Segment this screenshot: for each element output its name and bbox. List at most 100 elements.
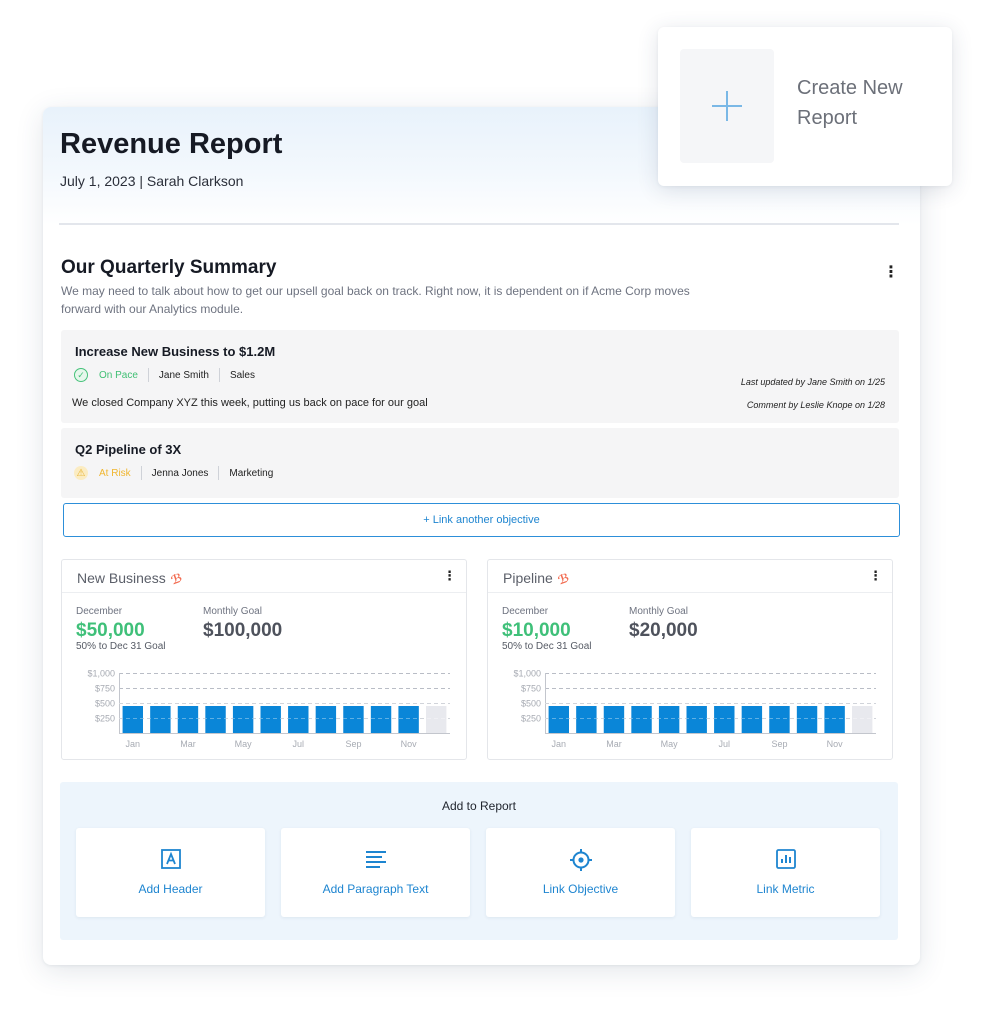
objective-owner: Jane Smith: [158, 369, 209, 381]
tile-label: Link Objective: [542, 882, 619, 896]
current-period-label: December: [502, 606, 549, 617]
x-tick-label: May: [661, 739, 679, 749]
current-value: $10,000: [502, 620, 571, 641]
chart-bar-nov: [824, 706, 845, 733]
divider: [218, 368, 220, 382]
divider: [147, 368, 149, 382]
header-divider: [59, 223, 899, 225]
chart-bar-may: [658, 706, 680, 733]
chart-bar-jun: [686, 706, 707, 733]
metric-header: Pipeline ℬ ⋮: [488, 560, 892, 593]
progress-text: 50% to Dec 31 Goal: [76, 641, 166, 652]
report-meta: July 1, 2023 | Sarah Clarkson: [60, 173, 244, 189]
add-header-button[interactable]: Add Header: [76, 828, 265, 917]
chart-bar-jul: [288, 706, 309, 733]
y-tick-label: $1,000: [513, 669, 541, 679]
tile-label: Add Paragraph Text: [322, 882, 429, 896]
chart-bar-may: [232, 706, 254, 733]
chart-bar-sep: [769, 706, 790, 733]
summary-title: Our Quarterly Summary: [61, 257, 277, 278]
chart-bar-dec: [426, 706, 447, 733]
chart-bar-aug: [741, 706, 763, 733]
objective-title: Q2 Pipeline of 3X: [75, 442, 182, 457]
divider: [218, 466, 220, 480]
chart-bar-aug: [315, 706, 337, 733]
chart-bar-jul: [714, 706, 735, 733]
x-tick-label: Sep: [345, 739, 361, 749]
paragraph-lines-icon: [281, 848, 470, 870]
objective-meta-row: ⚠ At Risk Jenna Jones Marketing: [74, 466, 273, 480]
x-tick-label: Jul: [293, 739, 305, 749]
chart-bar-mar: [603, 706, 625, 733]
metric-menu-icon[interactable]: ⋮: [869, 568, 882, 584]
current-value: $50,000: [76, 620, 145, 641]
y-tick-label: $750: [521, 684, 541, 694]
target-icon: [486, 848, 675, 871]
add-paragraph-button[interactable]: Add Paragraph Text: [281, 828, 470, 917]
chart-bar-dec: [852, 706, 873, 733]
pipeline-chart: $1,000 $750 $500 $250 Jan Mar May Jul Sep Nov: [513, 669, 876, 749]
tile-label: Link Metric: [756, 882, 815, 896]
current-period-label: December: [76, 606, 123, 617]
x-tick-label: Sep: [771, 739, 787, 749]
add-to-report-panel: Add to Report Add Header Add Paragraph T…: [60, 782, 898, 940]
x-tick-label: May: [235, 739, 253, 749]
x-tick-label: Jan: [126, 739, 141, 749]
plus-icon: [712, 91, 742, 121]
goal-label: Monthly Goal: [629, 606, 688, 617]
divider: [140, 466, 142, 480]
metric-card-pipeline: Pipeline ℬ ⋮ December Monthly Goal $10,00…: [487, 559, 893, 760]
objective-team: Sales: [229, 369, 255, 381]
chart-bar-feb: [150, 706, 171, 733]
metric-header: New Business ℬ ⋮: [62, 560, 466, 593]
goal-value: $100,000: [203, 620, 283, 641]
link-objective-tile-button[interactable]: Link Objective: [486, 828, 675, 917]
y-tick-label: $750: [95, 684, 115, 694]
status-badge: At Risk: [99, 467, 131, 479]
chart-bar-jan: [548, 706, 569, 733]
objective-item[interactable]: Q2 Pipeline of 3X ⚠ At Risk Jenna Jones …: [61, 428, 899, 498]
last-updated-text: Last updated by Jane Smith on 1/25: [740, 377, 885, 387]
chart-bar-jun: [260, 706, 281, 733]
chart-bar-apr: [631, 706, 652, 733]
chart-bar-sep: [343, 706, 364, 733]
chart-bar-apr: [205, 706, 226, 733]
metric-menu-icon[interactable]: ⋮: [443, 568, 456, 584]
y-tick-label: $250: [521, 714, 541, 724]
bar-chart-icon: [691, 848, 880, 870]
x-tick-label: Mar: [606, 739, 622, 749]
x-tick-label: Mar: [180, 739, 196, 749]
x-tick-label: Jul: [719, 739, 731, 749]
objective-comment: We closed Company XYZ this week, putting…: [72, 397, 428, 409]
chart-bar-mar: [177, 706, 199, 733]
x-tick-label: Nov: [401, 739, 418, 749]
create-icon-box: [680, 49, 774, 163]
metric-card-new-business: New Business ℬ ⋮ December Monthly Goal $5…: [61, 559, 467, 760]
link-objective-button[interactable]: + Link another objective: [63, 503, 900, 537]
y-tick-label: $500: [95, 699, 115, 709]
progress-text: 50% to Dec 31 Goal: [502, 641, 592, 652]
objective-item[interactable]: Increase New Business to $1.2M ✓ On Pace…: [61, 330, 899, 423]
hubspot-icon: ℬ: [168, 570, 184, 588]
header-a-icon: [76, 848, 265, 870]
page-title: Revenue Report: [60, 128, 283, 160]
link-metric-button[interactable]: Link Metric: [691, 828, 880, 917]
summary-description: We may need to talk about how to get our…: [61, 284, 690, 316]
status-badge: On Pace: [99, 369, 138, 381]
objective-meta-row: ✓ On Pace Jane Smith Sales: [74, 368, 255, 382]
metric-title: New Business ℬ: [77, 570, 184, 588]
objective-owner: Jenna Jones: [151, 467, 209, 479]
x-tick-label: Jan: [552, 739, 567, 749]
warning-icon: ⚠: [74, 466, 88, 480]
create-new-report-label: Create New Report: [797, 77, 903, 129]
chart-bar-jan: [122, 706, 143, 733]
y-tick-label: $1,000: [87, 669, 115, 679]
add-to-report-title: Add to Report: [441, 799, 517, 813]
objective-title: Increase New Business to $1.2M: [75, 344, 276, 359]
chart-bar-oct: [370, 706, 392, 733]
goal-label: Monthly Goal: [203, 606, 262, 617]
summary-menu-icon[interactable]: ⋮: [883, 264, 899, 282]
chart-bar-feb: [576, 706, 597, 733]
create-new-report-button[interactable]: Create New Report: [658, 27, 952, 186]
comment-by-text: Comment by Leslie Knope on 1/28: [746, 400, 885, 410]
